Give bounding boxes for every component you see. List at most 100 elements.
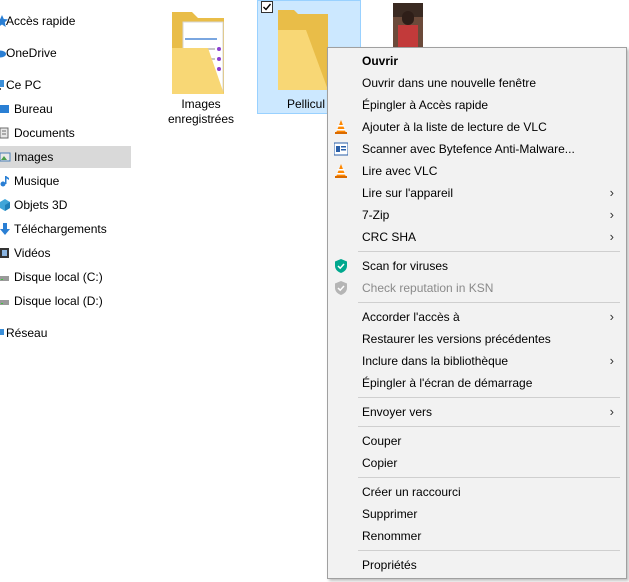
nav-item-label: Vidéos [14,246,51,260]
nav-item-disque-c[interactable]: Disque local (C:) [0,266,131,288]
photo-shirt [398,25,418,47]
nav-item-bureau[interactable]: Bureau [0,98,131,120]
menu-item-label: Renommer [362,529,422,543]
chevron-right-icon: › [609,309,614,324]
chevron-right-icon: › [609,229,614,244]
menu-item-label: Restaurer les versions précédentes [362,332,551,346]
menu-item-lire-avec-vlc[interactable]: Lire avec VLC [328,160,626,182]
navigation-pane: Accès rapide OneDrive Ce PC Bureau Docum… [0,0,131,582]
nav-item-label: Téléchargements [14,222,107,236]
menu-item-scan-for-viruses[interactable]: Scan for viruses [328,255,626,277]
kaspersky-shield-icon [334,259,348,273]
menu-item-label: Scan for viruses [362,259,449,273]
drive-icon [0,295,12,307]
menu-item-label: Lire avec VLC [362,164,438,178]
menu-item-creer-raccourci[interactable]: Créer un raccourci [328,481,626,503]
menu-item-epingler-acces-rapide[interactable]: Épingler à Accès rapide [328,94,626,116]
menu-item-ouvrir[interactable]: Ouvrir [328,50,626,72]
vlc-icon [334,120,348,134]
menu-item-epingler-ecran-demarrage[interactable]: Épingler à l'écran de démarrage [328,372,626,394]
menu-item-ouvrir-nouvelle-fenetre[interactable]: Ouvrir dans une nouvelle fenêtre [328,72,626,94]
menu-item-crc-sha[interactable]: CRC SHA › [328,226,626,248]
menu-item-label: Ouvrir [362,54,399,68]
folder-images-enregistrees[interactable]: Images enregistrées [163,8,261,128]
nav-item-label: Ce PC [6,78,42,92]
menu-item-label: Propriétés [362,558,417,572]
folder-label-line: enregistrées [167,112,235,126]
menu-item-label: Ajouter à la liste de lecture de VLC [362,120,547,134]
nav-item-label: Bureau [14,102,53,116]
nav-item-onedrive[interactable]: OneDrive [0,42,131,64]
menu-item-proprietes[interactable]: Propriétés [328,554,626,576]
menu-separator [358,550,620,551]
menu-item-7zip[interactable]: 7-Zip › [328,204,626,226]
menu-separator [358,251,620,252]
folder-label-line: Images [181,97,221,111]
menu-item-supprimer[interactable]: Supprimer [328,503,626,525]
menu-item-accorder-acces[interactable]: Accorder l'accès à › [328,306,626,328]
menu-item-label: Épingler à l'écran de démarrage [362,376,533,390]
nav-item-images[interactable]: Images [0,146,131,168]
download-icon [0,223,12,235]
chevron-right-icon: › [609,353,614,368]
menu-item-scanner-bytefence[interactable]: Scanner avec Bytefence Anti-Malware... [328,138,626,160]
nav-item-reseau[interactable]: Réseau [0,322,131,344]
menu-item-label: Accorder l'accès à [362,310,460,324]
nav-item-label: OneDrive [6,46,57,60]
menu-item-couper[interactable]: Couper [328,430,626,452]
menu-item-copier[interactable]: Copier [328,452,626,474]
checkmark-icon [263,3,272,11]
documents-icon [0,127,12,139]
menu-separator [358,477,620,478]
nav-item-ce-pc[interactable]: Ce PC [0,74,131,96]
menu-item-restaurer-versions[interactable]: Restaurer les versions précédentes [328,328,626,350]
vlc-icon [334,164,348,178]
menu-item-label: 7-Zip [362,208,390,222]
nav-item-label: Musique [14,174,60,188]
photo-thumbnail[interactable] [393,3,423,47]
selection-checkbox[interactable] [261,1,273,13]
nav-item-disque-d[interactable]: Disque local (D:) [0,290,131,312]
cube-icon [0,199,12,211]
nav-item-videos[interactable]: Vidéos [0,242,131,264]
menu-item-inclure-bibliotheque[interactable]: Inclure dans la bibliothèque › [328,350,626,372]
folder-label: Images enregistrées [163,97,239,127]
folder-icon [278,10,328,90]
desktop-icon [0,103,12,115]
nav-item-label: Accès rapide [6,14,76,28]
menu-item-envoyer-vers[interactable]: Envoyer vers › [328,401,626,423]
menu-item-lire-sur-appareil[interactable]: Lire sur l'appareil › [328,182,626,204]
menu-item-renommer[interactable]: Renommer [328,525,626,547]
video-icon [0,247,12,259]
nav-item-documents[interactable]: Documents [0,122,131,144]
folder-icon [172,12,224,94]
menu-item-label: Ouvrir dans une nouvelle fenêtre [362,76,537,90]
menu-item-check-reputation-ksn: Check reputation in KSN [328,277,626,299]
pictures-icon [0,151,12,163]
nav-item-label: Disque local (D:) [14,294,103,308]
nav-item-musique[interactable]: Musique [0,170,131,192]
chevron-right-icon: › [609,185,614,200]
menu-item-label: Copier [362,456,398,470]
nav-item-label: Réseau [6,326,48,340]
music-icon [0,175,12,187]
nav-item-telechargements[interactable]: Téléchargements [0,218,131,240]
kaspersky-shield-gray-icon [334,281,348,295]
menu-item-label: Lire sur l'appareil [362,186,454,200]
menu-item-label: Épingler à Accès rapide [362,98,489,112]
chevron-right-icon: › [609,207,614,222]
chevron-right-icon: › [609,404,614,419]
nav-item-label: Documents [14,126,75,140]
nav-item-label: Objets 3D [14,198,68,212]
nav-item-label: Images [14,150,54,164]
menu-item-label: Couper [362,434,402,448]
menu-separator [358,302,620,303]
nav-item-acces-rapide[interactable]: Accès rapide [0,10,131,32]
bytefence-icon [333,142,349,156]
nav-item-objets-3d[interactable]: Objets 3D [0,194,131,216]
menu-item-label: Envoyer vers [362,405,433,419]
menu-item-ajouter-liste-vlc[interactable]: Ajouter à la liste de lecture de VLC [328,116,626,138]
context-menu: Ouvrir Ouvrir dans une nouvelle fenêtre … [327,47,627,579]
menu-separator [358,426,620,427]
menu-item-label: CRC SHA [362,230,417,244]
